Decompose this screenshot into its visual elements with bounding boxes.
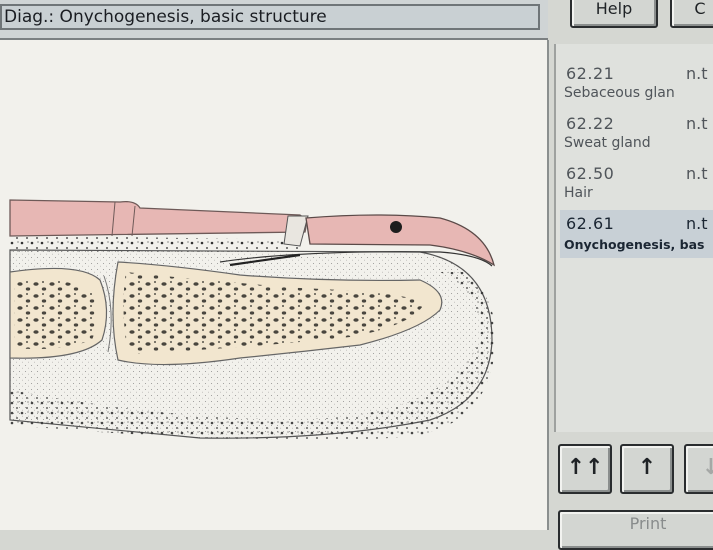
item-code: 62.21 xyxy=(566,64,615,83)
item-code: 62.22 xyxy=(566,114,615,133)
item-status: n.t xyxy=(686,64,708,83)
proximal-nail-fold xyxy=(9,199,307,237)
window-title: Diag.: Onychogenesis, basic structure xyxy=(0,4,540,30)
item-code: 62.50 xyxy=(566,164,615,183)
list-item-selected[interactable]: 62.61 n.t Onychogenesis, bas xyxy=(560,210,713,258)
list-item[interactable]: 62.50 n.t Hair xyxy=(560,160,713,208)
item-status: n.t xyxy=(686,114,708,133)
down-arrow-icon: ↓ xyxy=(701,455,713,480)
navigation-area: ↑↑ ↑ ↓ Print xyxy=(550,432,713,550)
help-button[interactable]: Help xyxy=(570,0,658,28)
list-item[interactable]: 62.22 n.t Sweat gland xyxy=(560,110,713,158)
item-name: Sebaceous glan xyxy=(564,85,675,101)
print-button[interactable]: Print xyxy=(558,510,713,550)
item-status: n.t xyxy=(686,164,708,183)
first-item-button[interactable]: ↑↑ xyxy=(558,444,612,494)
diagram-panel xyxy=(0,40,549,530)
item-name: Onychogenesis, bas xyxy=(564,237,705,252)
title-bar: Diag.: Onychogenesis, basic structure xyxy=(0,0,548,40)
up-arrow-icon: ↑ xyxy=(637,455,657,480)
toolbar-button-partial[interactable]: C xyxy=(670,0,713,28)
item-name: Hair xyxy=(564,185,593,201)
list-item[interactable]: 62.21 n.t Sebaceous glan xyxy=(560,60,713,108)
fingertip-diagram xyxy=(9,199,496,441)
onychogenesis-marker xyxy=(390,221,402,233)
item-name: Sweat gland xyxy=(564,135,651,151)
top-dermis xyxy=(10,235,300,252)
double-up-arrow-icon: ↑↑ xyxy=(566,455,604,480)
item-code: 62.61 xyxy=(566,214,615,233)
next-item-button[interactable]: ↓ xyxy=(684,444,713,494)
topic-list[interactable]: 62.21 n.t Sebaceous glan 62.22 n.t Sweat… xyxy=(554,44,713,432)
previous-item-button[interactable]: ↑ xyxy=(620,444,674,494)
cuticle xyxy=(283,215,309,247)
item-status: n.t xyxy=(686,214,708,233)
